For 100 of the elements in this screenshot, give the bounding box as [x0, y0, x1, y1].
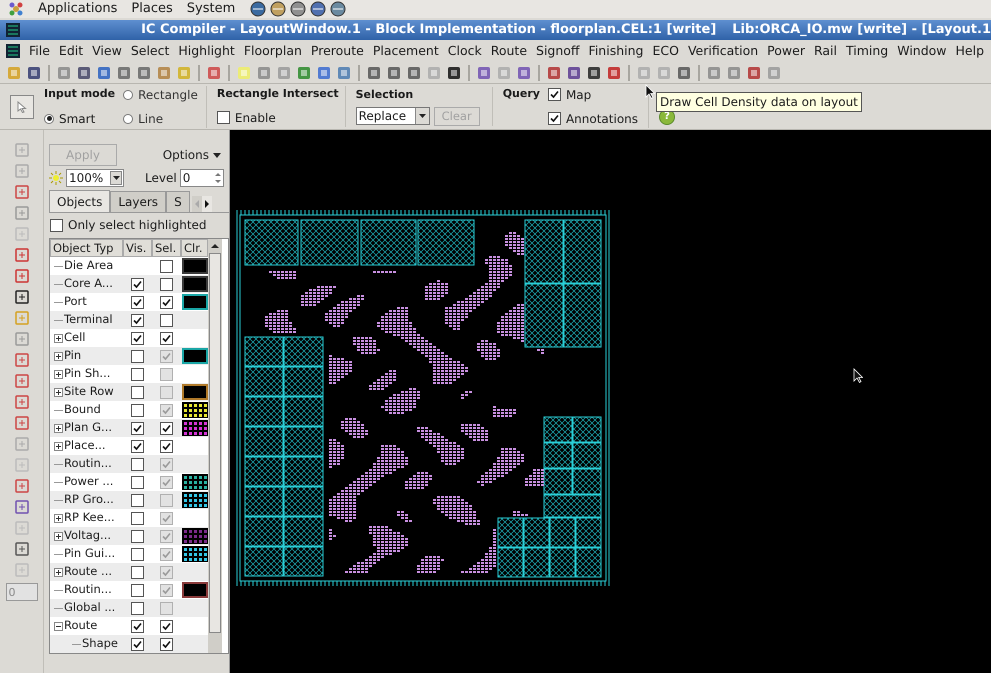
visible-checkbox[interactable]	[131, 332, 144, 344]
visible-checkbox[interactable]	[131, 368, 144, 380]
column-header[interactable]: Clr.	[181, 239, 208, 257]
visible-checkbox[interactable]	[131, 440, 144, 452]
selectable-checkbox[interactable]	[160, 440, 173, 452]
menu-item[interactable]: Edit	[58, 42, 84, 60]
menu-item[interactable]: Rail	[814, 42, 837, 60]
launcher-icon[interactable]	[329, 0, 348, 18]
visible-checkbox[interactable]	[131, 458, 144, 470]
radio-button[interactable]	[44, 114, 54, 124]
checkbox[interactable]	[548, 88, 561, 101]
visible-checkbox[interactable]	[131, 512, 144, 524]
visible-checkbox[interactable]	[131, 422, 144, 434]
system-menu[interactable]: Applications	[38, 0, 118, 19]
menu-item[interactable]: Clock	[448, 42, 482, 60]
visible-checkbox[interactable]	[131, 566, 144, 578]
expand-icon[interactable]	[54, 352, 63, 360]
tool-icon[interactable]	[14, 289, 30, 305]
menu-item[interactable]: Select	[130, 42, 170, 60]
system-menu[interactable]: Places	[131, 0, 173, 19]
checkbox[interactable]	[548, 112, 561, 125]
selectable-checkbox[interactable]	[160, 278, 173, 290]
select-tool-button[interactable]	[10, 94, 34, 118]
visible-checkbox[interactable]	[131, 584, 144, 596]
visible-checkbox[interactable]	[131, 350, 144, 362]
selectable-checkbox[interactable]	[160, 332, 173, 344]
selectable-checkbox[interactable]	[160, 314, 173, 326]
expand-icon[interactable]	[54, 334, 63, 342]
selectable-checkbox[interactable]	[160, 638, 173, 650]
menu-item[interactable]: Help	[956, 42, 984, 60]
column-header[interactable]: Object Typ	[50, 239, 123, 257]
tool-icon[interactable]	[14, 541, 30, 557]
selectable-checkbox[interactable]	[160, 296, 173, 308]
selectable-checkbox[interactable]	[160, 260, 173, 272]
level-spinner[interactable]: 0	[180, 169, 224, 187]
brightness-dropdown[interactable]: 100%	[66, 169, 124, 187]
visible-checkbox[interactable]	[131, 278, 144, 290]
toolbar-tool-icon[interactable]	[76, 64, 92, 80]
menu-item[interactable]: Route	[490, 42, 528, 60]
menu-item[interactable]: Timing	[846, 42, 888, 60]
column-header[interactable]: Sel.	[152, 239, 181, 257]
selectable-checkbox[interactable]	[160, 422, 173, 434]
toolbar-tool-icon[interactable]	[446, 64, 462, 80]
radio-button[interactable]	[123, 114, 134, 124]
checkbox[interactable]	[216, 111, 230, 124]
menu-item[interactable]: Window	[897, 42, 947, 60]
visible-checkbox[interactable]	[131, 494, 144, 506]
expand-icon[interactable]	[54, 532, 63, 540]
visible-checkbox[interactable]	[131, 476, 144, 488]
tab[interactable]: S	[166, 191, 190, 212]
menu-item[interactable]: Placement	[372, 42, 439, 60]
tab[interactable]: Layers	[110, 191, 166, 212]
toolbar-tool-icon[interactable]	[26, 64, 42, 80]
menu-item[interactable]: Signoff	[536, 42, 580, 60]
checkbox[interactable]	[50, 218, 63, 232]
visible-checkbox[interactable]	[131, 530, 144, 542]
column-header[interactable]: Vis.	[123, 239, 152, 257]
toolbar-tool-icon[interactable]	[586, 64, 602, 80]
scrollbar-thumb[interactable]	[209, 253, 221, 633]
visible-checkbox[interactable]	[131, 296, 144, 308]
group-label: Input mode	[44, 86, 116, 102]
selectable-checkbox[interactable]	[160, 620, 173, 632]
visible-checkbox[interactable]	[131, 602, 144, 614]
scroll-right-icon[interactable]	[202, 196, 212, 212]
menu-item[interactable]: File	[29, 42, 50, 60]
menu-item[interactable]: Power	[767, 42, 805, 60]
radio-button[interactable]	[123, 90, 134, 100]
visible-checkbox[interactable]	[131, 620, 144, 632]
options-menu[interactable]: Options	[162, 146, 221, 164]
toolbar-tool-icon[interactable]	[566, 64, 582, 80]
spinner-arrows-icon	[212, 171, 223, 185]
launcher-icon[interactable]	[249, 0, 268, 18]
expand-icon[interactable]	[54, 442, 63, 450]
expand-icon[interactable]	[54, 388, 63, 396]
visible-checkbox[interactable]	[131, 386, 144, 398]
menu-item[interactable]: Floorplan	[244, 42, 302, 60]
expand-icon[interactable]	[54, 514, 63, 522]
expand-icon[interactable]	[54, 424, 63, 432]
app-menu-icon[interactable]	[8, 1, 24, 17]
tab[interactable]: Objects	[49, 190, 110, 212]
menu-item[interactable]: Highlight	[178, 42, 235, 60]
menu-item[interactable]: Verification	[688, 42, 758, 60]
selection-dropdown[interactable]: Replace	[356, 107, 430, 126]
visible-checkbox[interactable]	[131, 314, 144, 326]
visible-checkbox[interactable]	[131, 548, 144, 560]
launcher-icon[interactable]	[309, 0, 328, 18]
object-type-name: Routin...	[64, 455, 112, 472]
menu-item[interactable]: Finishing	[588, 42, 644, 60]
launcher-icon[interactable]	[289, 0, 308, 18]
launcher-icon[interactable]	[269, 0, 288, 18]
visible-checkbox[interactable]	[131, 404, 144, 416]
collapse-icon[interactable]	[54, 622, 63, 630]
expand-icon[interactable]	[54, 568, 63, 576]
system-menu[interactable]: System	[186, 0, 236, 19]
menu-item[interactable]: ECO	[652, 42, 679, 60]
menu-item[interactable]: View	[92, 42, 122, 60]
menu-item[interactable]: Preroute	[310, 42, 364, 60]
expand-icon[interactable]	[54, 370, 63, 378]
visible-checkbox[interactable]	[131, 638, 144, 650]
scrollbar[interactable]	[208, 239, 222, 653]
